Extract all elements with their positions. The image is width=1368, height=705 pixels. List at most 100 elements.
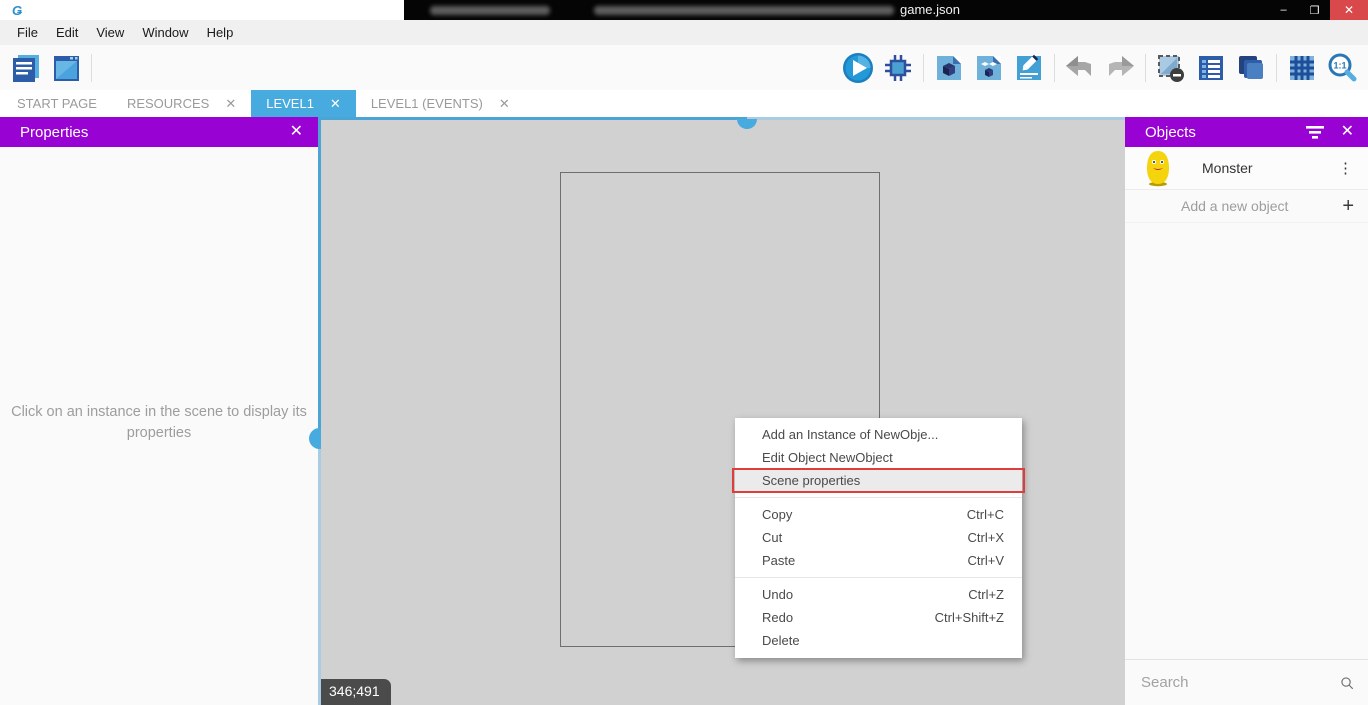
context-menu-item-add-instance[interactable]: Add an Instance of NewObje... <box>735 423 1022 446</box>
tab-close-icon[interactable]: ✕ <box>330 96 341 112</box>
toggle-grid-button[interactable] <box>1282 48 1322 88</box>
objects-panel: Objects ✕ Monster ⋮ Add a new object + <box>1125 117 1368 705</box>
maximize-button[interactable]: ❐ <box>1299 0 1330 20</box>
cursor-coordinates-badge: 346;491 <box>321 679 391 705</box>
toolbar-separator <box>1145 54 1146 82</box>
toolbar-separator <box>923 54 924 82</box>
add-multiple-instances-button[interactable] <box>969 48 1009 88</box>
close-icon[interactable]: ✕ <box>1341 124 1354 140</box>
delete-selection-button[interactable] <box>1151 48 1191 88</box>
title-bar-left: Ǥ <box>0 0 404 20</box>
menu-separator <box>735 577 1022 578</box>
plus-icon[interactable]: + <box>1342 195 1354 218</box>
menu-item-shortcut: Ctrl+Shift+Z <box>935 610 1004 625</box>
context-menu-item-cut[interactable]: Cut Ctrl+X <box>735 526 1022 549</box>
window-title: game.json <box>900 2 960 17</box>
menu-item-label: Edit Object NewObject <box>762 450 893 465</box>
svg-text:1:1: 1:1 <box>1333 60 1346 70</box>
context-menu-item-undo[interactable]: Undo Ctrl+Z <box>735 583 1022 606</box>
redo-icon <box>1103 51 1137 85</box>
toolbar-separator <box>1054 54 1055 82</box>
minimize-button[interactable]: – <box>1268 0 1299 20</box>
grid-icon <box>1286 52 1318 84</box>
tab-close-icon[interactable]: ✕ <box>499 96 510 112</box>
title-bar: Ǥ game.json – ❐ ✕ <box>0 0 1368 20</box>
tab-close-icon[interactable]: ✕ <box>225 96 236 112</box>
menu-item-shortcut: Ctrl+X <box>968 530 1004 545</box>
layers-button[interactable] <box>1231 48 1271 88</box>
redacted-text <box>430 6 550 15</box>
menu-item-label: Copy <box>762 507 792 522</box>
tab-start-page[interactable]: START PAGE <box>2 90 112 117</box>
menu-view[interactable]: View <box>87 20 133 45</box>
title-bar-right: game.json – ❐ ✕ <box>404 0 1368 20</box>
context-menu-item-delete[interactable]: Delete <box>735 629 1022 652</box>
menu-item-label: Undo <box>762 587 793 602</box>
filter-icon[interactable] <box>1305 124 1325 140</box>
search-icon[interactable] <box>1340 672 1354 694</box>
redo-button[interactable] <box>1100 48 1140 88</box>
tab-level1[interactable]: LEVEL1 ✕ <box>251 90 356 117</box>
menu-item-shortcut: Ctrl+C <box>967 507 1004 522</box>
instances-list-icon <box>1195 52 1227 84</box>
menu-separator <box>735 497 1022 498</box>
toolbar: 1:1 <box>0 45 1368 90</box>
play-icon <box>841 51 875 85</box>
undo-button[interactable] <box>1060 48 1100 88</box>
canvas-top-divider[interactable] <box>321 117 747 120</box>
menu-file[interactable]: File <box>8 20 47 45</box>
object-list-item-monster[interactable]: Monster ⋮ <box>1125 147 1368 190</box>
objects-search-bar <box>1125 659 1368 705</box>
canvas-resize-handle[interactable] <box>737 119 757 129</box>
zoom-original-button[interactable]: 1:1 <box>1322 48 1362 88</box>
menu-item-shortcut: Ctrl+V <box>968 553 1004 568</box>
context-menu-item-redo[interactable]: Redo Ctrl+Shift+Z <box>735 606 1022 629</box>
context-menu-item-paste[interactable]: Paste Ctrl+V <box>735 549 1022 572</box>
objects-panel-header: Objects ✕ <box>1125 117 1368 147</box>
tab-label: LEVEL1 (EVENTS) <box>371 96 483 111</box>
close-button[interactable]: ✕ <box>1330 0 1368 20</box>
canvas-top-divider[interactable] <box>747 117 1125 120</box>
menu-bar: File Edit View Window Help <box>0 20 1368 45</box>
edit-scene-properties-button[interactable] <box>1009 48 1049 88</box>
tab-bar: START PAGE RESOURCES ✕ LEVEL1 ✕ LEVEL1 (… <box>0 90 1368 117</box>
undo-icon <box>1063 51 1097 85</box>
menu-window[interactable]: Window <box>133 20 197 45</box>
kebab-menu-icon[interactable]: ⋮ <box>1338 159 1354 177</box>
menu-item-label: Delete <box>762 633 800 648</box>
add-object-row[interactable]: Add a new object + <box>1125 190 1368 223</box>
preview-button[interactable] <box>838 48 878 88</box>
menu-help[interactable]: Help <box>198 20 243 45</box>
properties-panel-header: Properties ✕ <box>0 117 318 147</box>
instances-list-button[interactable] <box>1191 48 1231 88</box>
menu-edit[interactable]: Edit <box>47 20 87 45</box>
tab-level1-events[interactable]: LEVEL1 (EVENTS) ✕ <box>356 90 525 117</box>
workspace: Properties ✕ Click on an instance in the… <box>0 117 1368 705</box>
search-input[interactable] <box>1141 674 1340 691</box>
redacted-text <box>594 6 894 15</box>
gdevelop-logo-icon: Ǥ <box>12 4 22 17</box>
menu-item-label: Scene properties <box>762 473 860 488</box>
add-instance-button[interactable] <box>929 48 969 88</box>
add-object-label: Add a new object <box>1181 198 1288 214</box>
tab-label: RESOURCES <box>127 96 209 111</box>
zoom-1-1-icon: 1:1 <box>1325 51 1359 85</box>
context-menu-item-scene-properties[interactable]: Scene properties <box>735 469 1022 492</box>
project-manager-button[interactable] <box>6 48 46 88</box>
object-name: Monster <box>1202 160 1253 176</box>
close-icon[interactable]: ✕ <box>290 124 303 140</box>
layers-icon <box>1234 51 1268 85</box>
toolbar-separator <box>91 54 92 82</box>
context-menu-item-copy[interactable]: Copy Ctrl+C <box>735 503 1022 526</box>
start-page-button[interactable] <box>46 48 86 88</box>
delete-instances-icon <box>1154 51 1188 85</box>
context-menu: Add an Instance of NewObje... Edit Objec… <box>735 418 1022 658</box>
start-page-icon <box>50 52 82 84</box>
debug-button[interactable] <box>878 48 918 88</box>
context-menu-item-edit-object[interactable]: Edit Object NewObject <box>735 446 1022 469</box>
tab-resources[interactable]: RESOURCES ✕ <box>112 90 251 117</box>
project-manager-icon <box>10 52 42 84</box>
objects-panel-title: Objects <box>1145 124 1196 141</box>
edit-icon <box>1013 52 1045 84</box>
add-object-icon <box>933 52 965 84</box>
